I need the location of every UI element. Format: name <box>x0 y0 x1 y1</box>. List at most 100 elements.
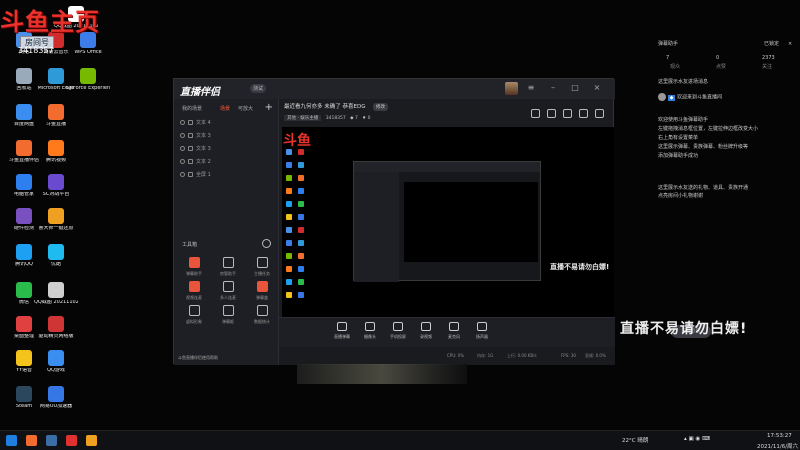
eye-icon[interactable] <box>180 158 185 164</box>
desktop-icon[interactable]: QQ游戏 <box>34 350 78 374</box>
bag-icon[interactable] <box>563 109 572 118</box>
minimize-icon[interactable]: – <box>548 83 558 93</box>
source-item[interactable]: 文本 2 <box>180 156 211 166</box>
tip-line: 添加弹幕助手成功 <box>658 153 699 159</box>
tool-item[interactable]: 主播任务 <box>246 257 278 277</box>
lock-status[interactable]: 已锁定 <box>764 40 779 48</box>
tool-label: 数据统计 <box>254 319 270 324</box>
lock-icon[interactable] <box>188 158 193 164</box>
tool-label: 主播任务 <box>254 271 270 276</box>
desktop-icon[interactable]: QQ截图 20211102... <box>34 282 78 306</box>
lock-icon[interactable] <box>188 132 193 138</box>
app-icon <box>48 386 64 402</box>
close-icon[interactable]: × <box>788 40 792 48</box>
desktop-icon[interactable]: 腾讯视频 <box>34 140 78 164</box>
desktop-icon[interactable]: 斗鱼直播 <box>34 104 78 128</box>
douyu-taskbar-icon[interactable] <box>26 435 37 446</box>
desktop-icon[interactable]: GeForce Experience <box>66 68 110 92</box>
source-item[interactable]: 文本 3 <box>180 130 211 140</box>
menu-icon[interactable]: ≡ <box>526 83 536 93</box>
desktop-icon[interactable]: SC对战平台 <box>34 174 78 198</box>
preview-desktop-icon <box>298 201 304 207</box>
eye-icon[interactable] <box>180 119 185 125</box>
source-item[interactable]: 全屏 1 <box>180 169 211 179</box>
eye-icon[interactable] <box>180 171 185 177</box>
help-link[interactable]: 斗鱼直播伴侣使用帮助 <box>178 355 218 361</box>
like-count: 0 <box>716 55 720 61</box>
windows-start-icon[interactable] <box>6 435 17 446</box>
source-item[interactable]: 文本 4 <box>180 117 211 127</box>
clock-date[interactable]: 2021/11/6/周六 <box>757 442 798 450</box>
shirt-icon[interactable] <box>579 109 588 118</box>
tool-item[interactable]: 房管助手 <box>212 257 244 277</box>
toolbar-button[interactable]: 录视频 <box>413 322 439 340</box>
eye-icon[interactable] <box>180 145 185 151</box>
tool-icon <box>222 305 234 316</box>
app-icon <box>48 208 64 224</box>
preview-desktop-icon <box>286 227 292 233</box>
app-icon <box>16 316 32 332</box>
tool-item[interactable]: 多人连麦 <box>212 281 244 301</box>
title-bar[interactable]: 直播伴侣 测试 ≡ – □ × <box>174 79 615 99</box>
edit-title-button[interactable]: 修改 <box>373 103 388 111</box>
share-icon[interactable] <box>531 109 540 118</box>
toolbox-title: 工具箱 <box>182 242 198 248</box>
stream-preview[interactable]: 斗鱼 直播不易请勿白嫖! <box>282 127 614 317</box>
desktop-icon[interactable]: 驱动精灵网络版 <box>34 316 78 340</box>
preview-desktop-icon <box>286 240 292 246</box>
stream-stats: 其他 · 娱乐主播 3418357 ◆ 7 ♦ 0 <box>284 115 371 121</box>
tab-my-scenes[interactable]: 我的场景 <box>182 105 202 112</box>
toolbar-button[interactable]: 直播弹幕 <box>329 322 355 340</box>
game-taskbar-icon[interactable] <box>86 435 97 446</box>
tool-item[interactable]: 弹幕姬 <box>212 305 244 325</box>
tab-zoom[interactable]: 可放大 <box>238 105 253 112</box>
app-icon <box>48 282 64 298</box>
tip-line: 这里展示弹幕、贵族弹幕、粉丝牌升级等 <box>658 144 749 150</box>
follower-count: 2373 <box>762 55 775 61</box>
lock-icon[interactable] <box>188 171 193 177</box>
tray-icons[interactable]: ▴ ▣ ◉ ⌨ <box>684 436 710 442</box>
desktop-icon[interactable]: 优酷 <box>34 244 78 268</box>
eye-icon[interactable] <box>180 132 185 138</box>
tool-item[interactable]: 数据统计 <box>246 305 278 325</box>
tool-item[interactable]: 虚拟形象 <box>178 305 210 325</box>
app-icon <box>16 282 32 298</box>
preview-desktop-icon <box>298 188 304 194</box>
desktop-icon[interactable]: 网易UU加速器 <box>34 386 78 410</box>
toolbar-button[interactable]: 摄像头 <box>357 322 383 340</box>
stream-title: 最近看九何亦多 未确了 恭喜EDG <box>284 104 366 110</box>
weather[interactable]: 22°C 晴朗 <box>622 436 648 444</box>
app-logo: 直播伴侣 <box>180 87 220 98</box>
tool-item[interactable]: 弹幕盒 <box>246 281 278 301</box>
tool-icon <box>256 305 268 316</box>
version-badge: 测试 <box>250 84 267 93</box>
steam-taskbar-icon[interactable] <box>46 435 57 446</box>
desktop-icon[interactable]: 鲁大师一键还原 <box>34 208 78 232</box>
lock-icon[interactable] <box>188 145 193 151</box>
source-item[interactable]: 文本 3 <box>180 143 211 153</box>
add-source-button[interactable]: + <box>265 102 273 113</box>
toolbar-button[interactable]: 麦克风 <box>441 322 467 340</box>
tool-item[interactable]: 视频连麦 <box>178 281 210 301</box>
toolbar-button[interactable]: 手机投屏 <box>385 322 411 340</box>
taskbar: 22°C 晴朗 ▴ ▣ ◉ ⌨ 17:53:27 2021/11/6/周六 <box>0 430 800 450</box>
lock-icon[interactable] <box>188 119 193 125</box>
category-badge[interactable]: 其他 · 娱乐主播 <box>284 115 322 121</box>
toolbar-button[interactable]: 扬声器 <box>469 322 495 340</box>
preview-slogan: 直播不易请勿白嫖! <box>550 263 610 271</box>
maximize-icon[interactable]: □ <box>570 83 580 93</box>
tool-item[interactable]: 弹幕助手 <box>178 257 210 277</box>
desktop-icon-label: 优酷 <box>50 262 61 267</box>
gear-icon[interactable] <box>262 239 271 248</box>
clock-time[interactable]: 17:53:27 <box>767 433 792 439</box>
close-icon[interactable]: × <box>592 83 602 93</box>
preview-desktop-icon <box>298 149 304 155</box>
avatar[interactable] <box>505 82 518 95</box>
app-taskbar-icon[interactable] <box>66 435 77 446</box>
settings-icon[interactable] <box>547 109 556 118</box>
tab-scene[interactable]: 场景 <box>220 105 230 112</box>
more-icon[interactable] <box>595 109 604 118</box>
stream-slogan: 直播不易请勿白嫖! <box>620 321 748 337</box>
desktop: QQ截图 20211102...网络网易云音乐WPS Office回收站Micr… <box>0 0 800 450</box>
source-label: 文本 4 <box>196 119 211 126</box>
